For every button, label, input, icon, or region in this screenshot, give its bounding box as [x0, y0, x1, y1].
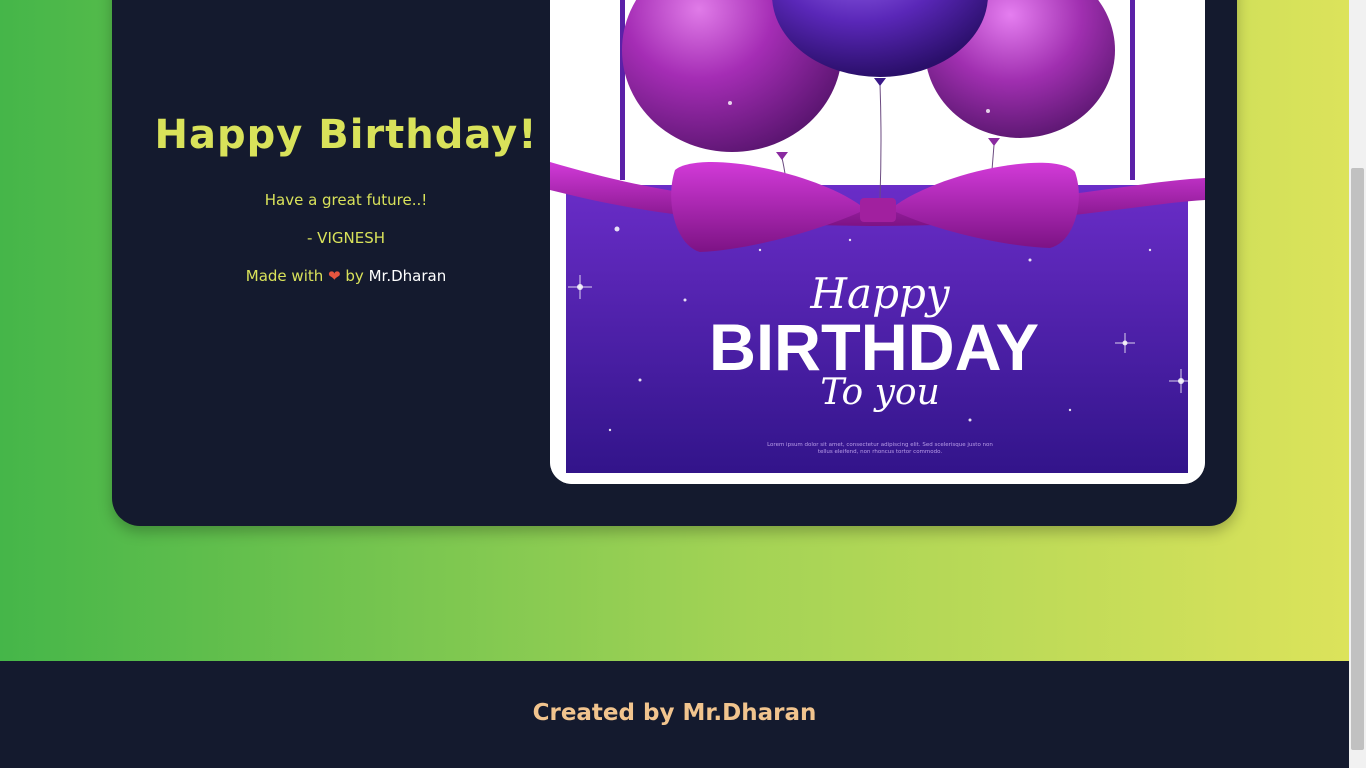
page: Happy Birthday! Have a great future..! -… [0, 0, 1349, 768]
wish-text: Have a great future..! [264, 191, 428, 209]
sender-text: - VIGNESH [307, 229, 385, 247]
image-fine-print-2: tellus eleifend, non rhoncus tortor comm… [818, 449, 943, 455]
made-with-line: Made with ❤ by Mr.Dharan [112, 267, 580, 285]
by-label: by [345, 267, 364, 285]
author-link[interactable]: Mr.Dharan [369, 267, 447, 285]
page-title: Happy Birthday! [154, 112, 538, 158]
image-to-you-text: To you [820, 372, 940, 413]
image-fine-print-1: Lorem ipsum dolor sit amet, consectetur … [767, 442, 993, 448]
heart-icon: ❤ [328, 267, 341, 285]
scrollbar-thumb[interactable] [1351, 168, 1364, 750]
birthday-card-image: Happy BIRTHDAY To you Lorem ipsum dolor … [550, 0, 1205, 484]
footer-text: Created by Mr.Dharan [532, 700, 817, 726]
made-with-label: Made with [245, 267, 324, 285]
